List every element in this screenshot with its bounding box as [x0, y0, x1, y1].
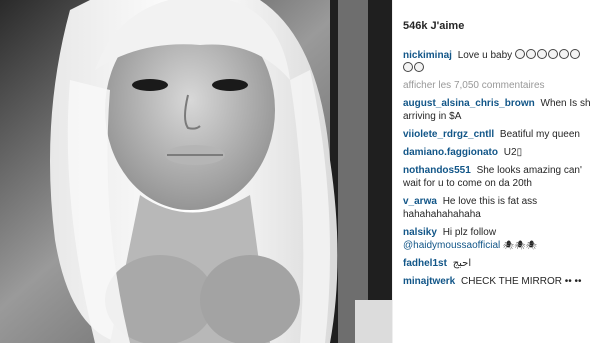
comment-text: When Is sh: [540, 98, 591, 110]
comment-text-line2: hahahahahahaha: [403, 209, 481, 221]
comment-text: Hi plz follow: [442, 227, 497, 239]
comment-username[interactable]: fadhel1st: [403, 258, 447, 269]
comment-username[interactable]: v_arwa: [403, 196, 437, 207]
comment-username[interactable]: august_alsina_chris_brown: [403, 98, 535, 109]
comment-username[interactable]: viiolete_rdrgz_cntll: [403, 129, 494, 140]
comment-username[interactable]: damiano.faggionato: [403, 147, 498, 158]
comment-text: U2▯: [503, 147, 523, 159]
comment-item: nothandos551 She looks amazing can' wait…: [403, 164, 610, 190]
comment-text-line2: arriving in $A: [403, 111, 462, 123]
comment-item: viiolete_rdrgz_cntll Beatiful my queen: [403, 128, 610, 141]
comment-username[interactable]: nalsiky: [403, 227, 437, 238]
spider-emoji-icon: 🕷🕷🕷: [503, 240, 538, 251]
photo-illustration: [0, 0, 392, 343]
comment-text: احبج: [452, 258, 472, 270]
caption-text: Love u baby: [457, 50, 513, 62]
comment-item: damiano.faggionato U2▯: [403, 146, 610, 159]
comment-mention-link[interactable]: @haidymoussaofficial: [403, 240, 500, 251]
comment-text: Beatiful my queen: [499, 129, 580, 141]
post-photo[interactable]: [0, 0, 392, 343]
comments-panel: 546k J'aime nickiminaj Love u baby affic…: [393, 0, 610, 343]
comment-text: He love this is fat ass: [442, 196, 538, 208]
caption-username[interactable]: nickiminaj: [403, 50, 452, 61]
emoji-icon: [569, 49, 580, 59]
comment-item: v_arwa He love this is fat ass hahahahah…: [403, 195, 610, 221]
comment-text: She looks amazing can': [476, 165, 582, 177]
comment-username[interactable]: nothandos551: [403, 165, 471, 176]
caption-emojis-line2: [403, 62, 425, 75]
likes-count[interactable]: 546k J'aime: [403, 20, 464, 32]
view-all-comments-link[interactable]: afficher les 7,050 commentaires: [403, 80, 610, 91]
comment-text-line2: wait for u to come on da 20th: [403, 178, 532, 190]
emoji-icon: [414, 62, 424, 73]
emoji-icon: [514, 49, 525, 59]
comment-item: minajtwerk CHECK THE MIRROR •• ••: [403, 275, 610, 288]
comment-text: CHECK THE MIRROR: [461, 276, 562, 288]
comment-emoji-suffix: •• ••: [564, 276, 582, 288]
caption: nickiminaj Love u baby: [403, 49, 610, 75]
emoji-icon: [536, 49, 547, 59]
emoji-icon: [525, 49, 536, 59]
emoji-icon: [558, 49, 569, 59]
caption-emojis: [514, 49, 581, 62]
comment-item: nalsiky Hi plz follow @haidymoussaoffici…: [403, 226, 610, 252]
comment-username[interactable]: minajtwerk: [403, 276, 455, 287]
comment-item: august_alsina_chris_brown When Is sh arr…: [403, 97, 610, 123]
comments-list: nickiminaj Love u baby afficher les 7,05…: [403, 49, 610, 293]
emoji-icon: [547, 49, 558, 59]
comment-item: fadhel1st احبج: [403, 257, 610, 270]
emoji-icon: [403, 62, 413, 73]
